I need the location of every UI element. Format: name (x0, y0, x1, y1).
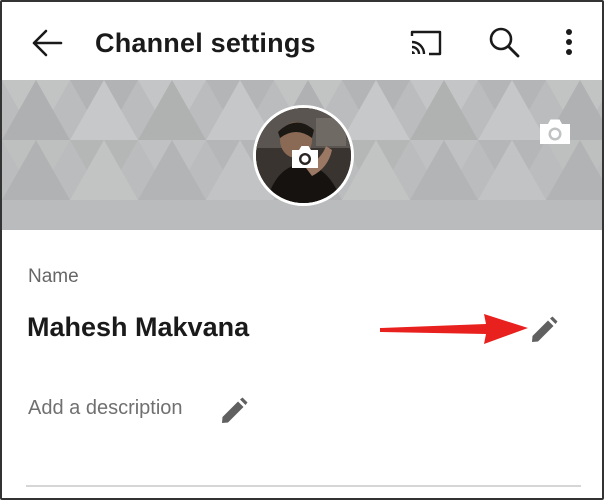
edit-description-button[interactable] (216, 393, 252, 429)
description-field[interactable]: Add a description (28, 395, 183, 421)
screen: Channel settings Name Mahesh Makvana Add… (0, 0, 604, 500)
back-button[interactable] (28, 24, 66, 62)
avatar[interactable] (253, 105, 354, 206)
edit-name-button[interactable] (526, 312, 562, 348)
pencil-icon (532, 316, 558, 342)
camera-icon (292, 146, 318, 168)
more-options-button[interactable] (554, 23, 584, 61)
app-bar: Channel settings (2, 2, 602, 80)
search-icon (489, 27, 520, 58)
page-title: Channel settings (95, 28, 316, 58)
camera-icon (540, 119, 570, 144)
pencil-icon (222, 397, 248, 423)
divider (26, 485, 581, 487)
search-button[interactable] (485, 23, 523, 61)
cast-icon (410, 30, 442, 56)
arrow-left-icon (32, 29, 63, 57)
avatar-camera-button[interactable] (288, 142, 322, 172)
banner-camera-button[interactable] (536, 114, 574, 148)
annotation-arrow (380, 314, 528, 344)
cast-button[interactable] (406, 24, 446, 62)
channel-name: Mahesh Makvana (27, 312, 250, 342)
name-label: Name (28, 266, 79, 287)
channel-banner[interactable] (2, 80, 602, 230)
more-vertical-icon (566, 29, 572, 55)
